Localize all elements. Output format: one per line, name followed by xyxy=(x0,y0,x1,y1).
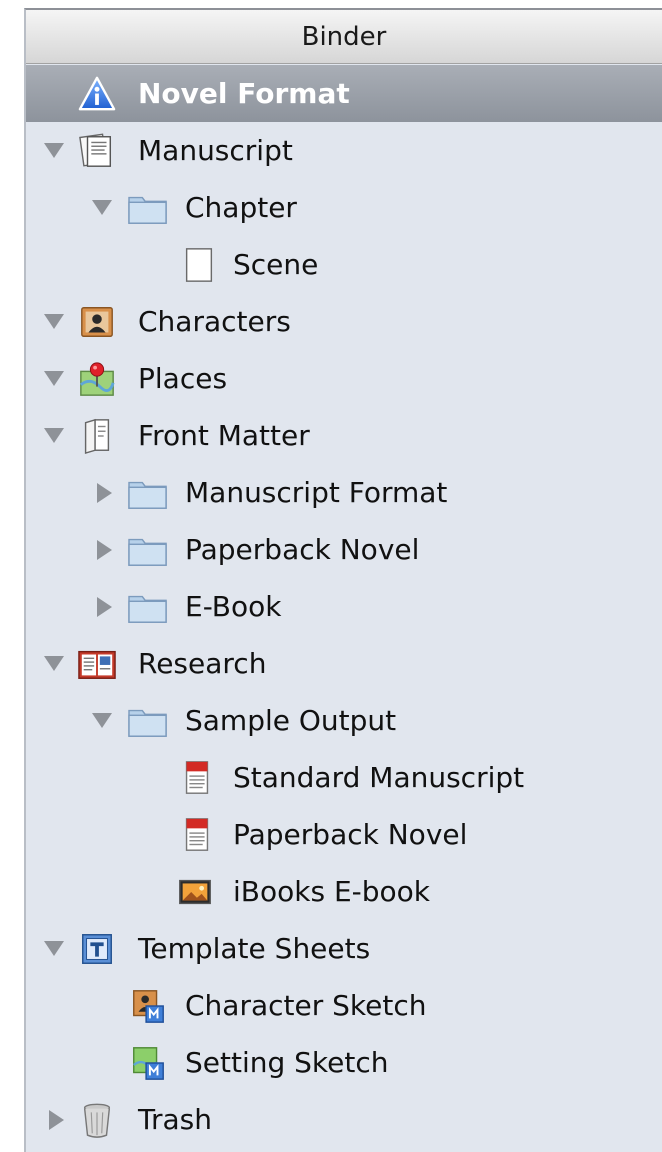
binder-item-label: Trash xyxy=(138,1103,212,1136)
manuscript-icon xyxy=(79,133,112,167)
binder-item-setting-sketch[interactable]: Setting Sketch xyxy=(26,1034,662,1091)
disclosure-expanded-icon[interactable] xyxy=(90,196,114,220)
disclosure-collapsed-icon[interactable] xyxy=(92,595,116,619)
binder-item-label: Paperback Novel xyxy=(233,818,468,851)
disclosure-expanded-icon[interactable] xyxy=(42,367,66,391)
binder-header[interactable]: Binder xyxy=(26,10,662,64)
binder-item-label: Manuscript Format xyxy=(185,476,448,509)
binder-item-character-sketch[interactable]: Character Sketch xyxy=(26,977,662,1034)
binder-item-label: Setting Sketch xyxy=(185,1046,389,1079)
disclosure-collapsed-icon[interactable] xyxy=(44,1108,68,1132)
setting-sketch-icon xyxy=(133,1046,164,1080)
binder-item-novel-format[interactable]: Novel Format xyxy=(26,65,662,122)
binder-item-label: Sample Output xyxy=(185,704,397,737)
binder-item-ibooks-e-book[interactable]: iBooks E-book xyxy=(26,863,662,920)
map-pin-icon xyxy=(79,361,115,396)
folder-icon xyxy=(128,709,167,737)
folder-icon xyxy=(128,481,167,509)
binder-item-research[interactable]: Research xyxy=(26,635,662,692)
binder-item-template-sheets[interactable]: Template Sheets xyxy=(26,920,662,977)
binder-item-e-book[interactable]: E-Book xyxy=(26,578,662,635)
binder-item-label: Chapter xyxy=(185,191,297,224)
binder-item-sample-output[interactable]: Sample Output xyxy=(26,692,662,749)
disclosure-expanded-icon[interactable] xyxy=(42,139,66,163)
binder-item-characters[interactable]: Characters xyxy=(26,293,662,350)
disclosure-expanded-icon[interactable] xyxy=(42,310,66,334)
binder-item-label: Front Matter xyxy=(138,419,310,452)
binder-item-trash[interactable]: Trash xyxy=(26,1091,662,1148)
template-icon xyxy=(82,933,112,964)
binder-item-front-matter[interactable]: Front Matter xyxy=(26,407,662,464)
pdf-icon xyxy=(185,760,209,794)
disclosure-collapsed-icon[interactable] xyxy=(92,538,116,562)
binder-item-label: Standard Manuscript xyxy=(233,761,525,794)
binder-item-paperback-novel-pdf[interactable]: Paperback Novel xyxy=(26,806,662,863)
binder-item-label: iBooks E-book xyxy=(233,875,430,908)
binder-item-places[interactable]: Places xyxy=(26,350,662,407)
front-matter-icon xyxy=(84,418,110,454)
character-sketch-icon xyxy=(133,989,164,1023)
disclosure-expanded-icon[interactable] xyxy=(42,937,66,961)
binder-item-chapter[interactable]: Chapter xyxy=(26,179,662,236)
binder-item-label: E-Book xyxy=(185,590,282,623)
binder-item-label: Places xyxy=(138,362,228,395)
folder-icon xyxy=(128,196,167,224)
disclosure-expanded-icon[interactable] xyxy=(90,709,114,733)
info-warning-icon xyxy=(78,76,116,110)
binder-item-label: Manuscript xyxy=(138,134,293,167)
pdf-icon xyxy=(185,817,209,851)
document-icon xyxy=(185,247,213,282)
disclosure-expanded-icon[interactable] xyxy=(42,652,66,676)
folder-icon xyxy=(128,538,167,566)
binder-item-label: Novel Format xyxy=(138,77,350,110)
trash-icon xyxy=(83,1103,111,1138)
binder-item-manuscript[interactable]: Manuscript xyxy=(26,122,662,179)
binder-item-label: Scene xyxy=(233,248,319,281)
image-icon xyxy=(179,879,211,904)
binder-item-label: Paperback Novel xyxy=(185,533,420,566)
character-card-icon xyxy=(81,306,113,337)
binder-item-label: Characters xyxy=(138,305,291,338)
disclosure-collapsed-icon[interactable] xyxy=(92,481,116,505)
binder-item-manuscript-format[interactable]: Manuscript Format xyxy=(26,464,662,521)
binder-panel: Binder Novel Format Manuscript Chapter S… xyxy=(24,8,662,1152)
binder-item-scene[interactable]: Scene xyxy=(26,236,662,293)
binder-item-standard-manuscript[interactable]: Standard Manuscript xyxy=(26,749,662,806)
research-icon xyxy=(78,650,116,679)
disclosure-expanded-icon[interactable] xyxy=(42,424,66,448)
binder-title: Binder xyxy=(301,21,387,52)
binder-item-label: Character Sketch xyxy=(185,989,427,1022)
folder-icon xyxy=(128,595,167,623)
binder-item-label: Research xyxy=(138,647,267,680)
binder-item-label: Template Sheets xyxy=(138,932,371,965)
binder-item-paperback-novel-folder[interactable]: Paperback Novel xyxy=(26,521,662,578)
